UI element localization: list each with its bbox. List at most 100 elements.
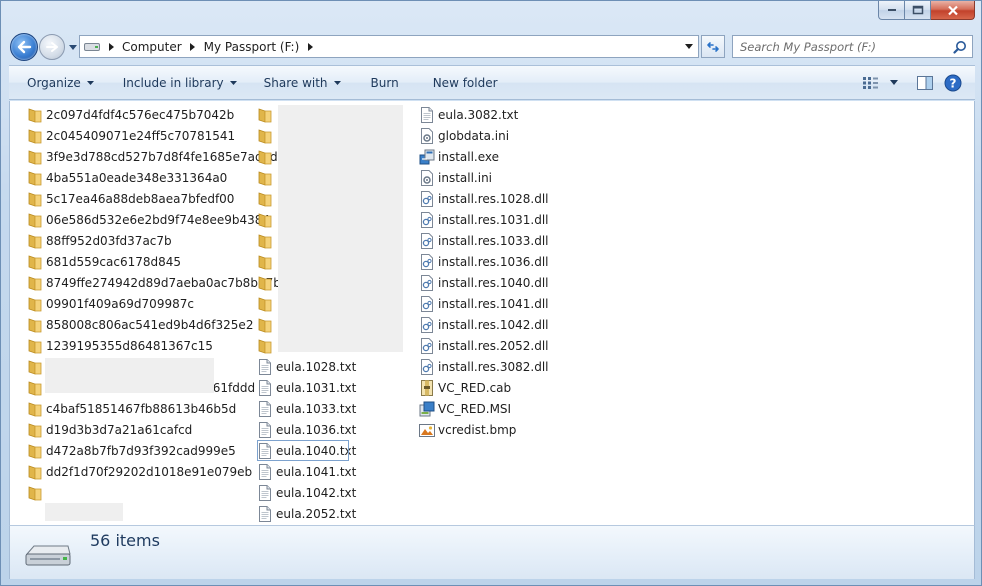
- folder-icon: [257, 296, 273, 312]
- breadcrumb-separator-icon[interactable]: [186, 36, 200, 57]
- text-file-icon: [257, 400, 273, 417]
- file-item[interactable]: install.res.1040.dll: [419, 272, 553, 293]
- folder-icon: [27, 296, 43, 312]
- file-item[interactable]: install.exe: [419, 146, 553, 167]
- file-item[interactable]: VC_RED.MSI: [419, 398, 553, 419]
- item-name: eula.3082.txt: [438, 107, 519, 122]
- file-item[interactable]: VC_RED.cab: [419, 377, 553, 398]
- chevron-down-icon: [86, 80, 94, 85]
- folder-item[interactable]: d19d3b3d7a21a61cafcd: [27, 419, 285, 440]
- back-button[interactable]: [10, 33, 38, 61]
- file-item[interactable]: eula.1040.txt: [257, 440, 356, 461]
- file-item[interactable]: eula.1033.txt: [257, 398, 360, 419]
- folder-item[interactable]: 1239195355d86481367c15: [27, 335, 285, 356]
- folder-item[interactable]: 5c17ea46a88deb8aea7bfedf00: [27, 188, 285, 209]
- dll-file-icon: [419, 190, 435, 207]
- dll-file-icon: [419, 316, 435, 333]
- address-bar[interactable]: Computer My Passport (F:): [79, 35, 699, 58]
- folder-icon: [27, 422, 43, 438]
- folder-icon: [257, 170, 273, 186]
- search-box[interactable]: [732, 35, 973, 58]
- folder-item[interactable]: 8749ffe274942d89d7aeba0ac7b8b17b: [27, 272, 285, 293]
- forward-button[interactable]: [39, 34, 65, 60]
- file-item[interactable]: install.res.1031.dll: [419, 209, 553, 230]
- folder-item[interactable]: 2c097d4fdf4c576ec475b7042b: [27, 104, 285, 125]
- folder-item[interactable]: d472a8b7fb7d93f392cad999e5: [27, 440, 285, 461]
- item-name: install.res.1041.dll: [438, 296, 549, 311]
- item-name: 2c045409071e24ff5c70781541: [46, 128, 236, 143]
- file-item[interactable]: install.res.1033.dll: [419, 230, 553, 251]
- file-item[interactable]: eula.1036.txt: [257, 419, 360, 440]
- folder-item[interactable]: 858008c806ac541ed9b4d6f325e2: [27, 314, 285, 335]
- folder-item[interactable]: [27, 482, 285, 503]
- minimize-icon: [887, 9, 896, 11]
- file-item[interactable]: vcredist.bmp: [419, 419, 553, 440]
- folder-item[interactable]: 4ba551a0eade348e331364a0: [27, 167, 285, 188]
- item-name: 2c097d4fdf4c576ec475b7042b: [46, 107, 235, 122]
- config-file-icon: [419, 169, 435, 186]
- maximize-button[interactable]: [905, 1, 931, 20]
- file-item[interactable]: globdata.ini: [419, 125, 553, 146]
- refresh-button[interactable]: [701, 35, 725, 58]
- search-input[interactable]: [740, 39, 950, 54]
- breadcrumb-separator-icon[interactable]: [303, 36, 317, 57]
- text-file-icon: [257, 505, 273, 522]
- item-name: eula.2052.txt: [276, 506, 357, 521]
- file-item[interactable]: install.ini: [419, 167, 553, 188]
- folder-item[interactable]: 681d559cac6178d845: [27, 251, 285, 272]
- breadcrumb-my-passport[interactable]: My Passport (F:): [200, 40, 304, 54]
- file-item[interactable]: install.res.1028.dll: [419, 188, 553, 209]
- change-view-button[interactable]: [857, 70, 885, 96]
- file-item[interactable]: install.res.2052.dll: [419, 335, 553, 356]
- organize-menu[interactable]: Organize: [19, 70, 102, 96]
- folder-icon: [257, 107, 273, 123]
- folder-item[interactable]: 3f9e3d788cd527b7d8f4fe1685e7aded: [27, 146, 285, 167]
- file-item[interactable]: eula.1028.txt: [257, 356, 360, 377]
- folder-item[interactable]: dd2f1d70f29202d1018e91e079eb: [27, 461, 285, 482]
- dll-file-icon: [419, 337, 435, 354]
- folder-icon: [27, 485, 43, 501]
- new-folder-button[interactable]: New folder: [425, 70, 506, 96]
- item-name: eula.1040.txt: [276, 443, 357, 458]
- folder-item[interactable]: 2c045409071e24ff5c70781541: [27, 125, 285, 146]
- text-file-icon: [257, 442, 273, 459]
- burn-button[interactable]: Burn: [363, 70, 407, 96]
- view-options-dropdown[interactable]: [885, 70, 903, 96]
- folder-item[interactable]: c4baf51851467fb88613b46b5d: [27, 398, 285, 419]
- folder-item[interactable]: 88ff952d03fd37ac7b: [27, 230, 285, 251]
- address-history-dropdown[interactable]: [680, 36, 698, 57]
- include-in-library-menu[interactable]: Include in library: [115, 70, 245, 96]
- file-item[interactable]: install.res.1041.dll: [419, 293, 553, 314]
- breadcrumb-computer[interactable]: Computer: [118, 40, 186, 54]
- folder-icon: [257, 317, 273, 333]
- file-item[interactable]: eula.1031.txt: [257, 377, 360, 398]
- file-item[interactable]: install.res.3082.dll: [419, 356, 553, 377]
- file-item[interactable]: eula.3082.txt: [419, 104, 553, 125]
- close-button[interactable]: [931, 1, 975, 20]
- share-with-label: Share with: [263, 75, 328, 90]
- msi-file-icon: [419, 401, 435, 417]
- command-bar: Organize Include in library Share with B…: [9, 65, 975, 100]
- folder-item[interactable]: 06e586d532e6e2bd9f74e8ee9b4384: [27, 209, 285, 230]
- folder-item[interactable]: 09901f409a69d709987c: [27, 293, 285, 314]
- file-item[interactable]: eula.2052.txt: [257, 503, 360, 524]
- item-name: eula.1028.txt: [276, 359, 357, 374]
- share-with-menu[interactable]: Share with: [256, 70, 349, 96]
- redacted-region: [278, 105, 403, 352]
- folder-icon: [257, 149, 273, 165]
- recent-pages-dropdown[interactable]: [67, 41, 79, 53]
- file-column-1: 2c097d4fdf4c576ec475b7042b 2c045409071e24…: [27, 104, 285, 503]
- file-item[interactable]: eula.1041.txt: [257, 461, 360, 482]
- item-name: eula.1031.txt: [276, 380, 357, 395]
- item-name: d472a8b7fb7d93f392cad999e5: [46, 443, 236, 458]
- minimize-button[interactable]: [878, 1, 905, 20]
- file-item[interactable]: install.res.1042.dll: [419, 314, 553, 335]
- folder-icon: [27, 443, 43, 459]
- help-button[interactable]: ?: [939, 70, 967, 96]
- breadcrumb-separator-icon[interactable]: [104, 36, 118, 57]
- installer-exe-icon: [419, 149, 435, 165]
- file-item[interactable]: eula.1042.txt: [257, 482, 360, 503]
- file-item[interactable]: install.res.1036.dll: [419, 251, 553, 272]
- preview-pane-button[interactable]: [911, 70, 939, 96]
- search-icon[interactable]: [950, 36, 970, 57]
